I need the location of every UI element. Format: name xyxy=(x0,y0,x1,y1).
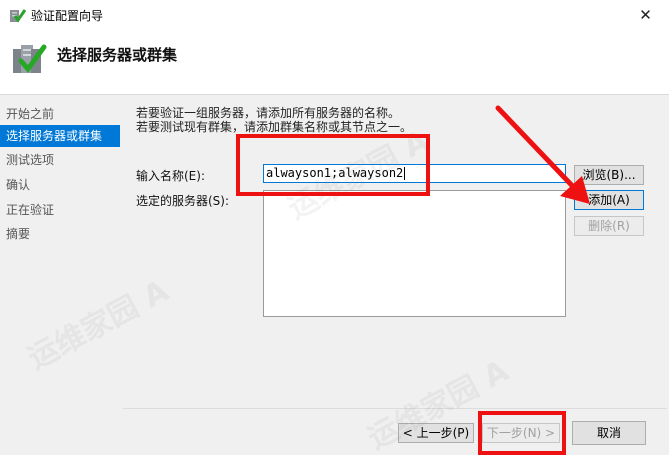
title-bar: 验证配置向导 ✕ xyxy=(0,0,669,30)
nav-item-confirmation[interactable]: 确认 xyxy=(0,174,120,196)
close-button[interactable]: ✕ xyxy=(622,0,669,30)
nav-item-validating[interactable]: 正在验证 xyxy=(0,199,120,221)
nav-item-summary[interactable]: 摘要 xyxy=(0,223,120,245)
remove-button[interactable]: 删除(R) xyxy=(574,216,644,236)
description-line-2: 若要测试现有群集，请添加群集名称或其节点之一。 xyxy=(136,120,413,134)
wizard-checkmark-icon xyxy=(13,44,47,74)
enter-name-label: 输入名称(E): xyxy=(136,169,205,183)
wizard-app-icon xyxy=(10,9,26,23)
annotation-arrow-icon xyxy=(495,105,590,204)
wizard-step-nav: 开始之前 选择服务器或群集 测试选项 确认 正在验证 摘要 xyxy=(0,95,120,455)
annotation-highlight-next xyxy=(478,411,566,455)
selected-servers-label: 选定的服务器(S): xyxy=(136,194,230,208)
cancel-button[interactable]: 取消 xyxy=(572,421,646,445)
annotation-highlight-input xyxy=(236,134,430,196)
window-title: 验证配置向导 xyxy=(31,9,104,23)
nav-item-select-servers[interactable]: 选择服务器或群集 xyxy=(0,125,120,147)
wizard-header: 选择服务器或群集 xyxy=(0,30,669,94)
nav-item-before-you-begin[interactable]: 开始之前 xyxy=(0,103,120,125)
nav-item-testing-options[interactable]: 测试选项 xyxy=(0,149,120,171)
page-title: 选择服务器或群集 xyxy=(57,46,178,64)
